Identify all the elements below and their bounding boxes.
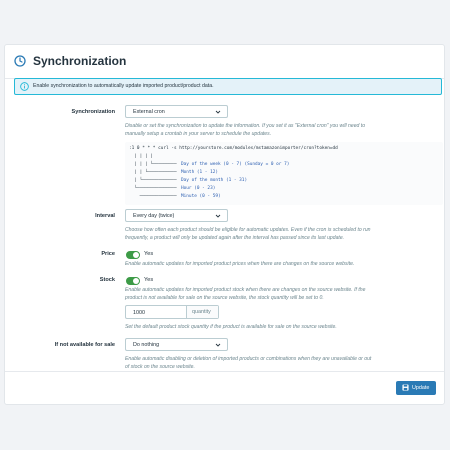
synchronization-help: Disable or set the synchronization to up…: [125, 123, 366, 138]
stock-quantity-help: Set the default product stock quantity i…: [125, 324, 337, 330]
panel-footer: Update: [5, 371, 444, 406]
stock-quantity-value: 1000: [133, 310, 145, 316]
synchronization-label: Synchronization: [71, 109, 115, 115]
price-toggle[interactable]: [126, 251, 140, 259]
stock-quantity-input[interactable]: 1000 quantity: [125, 305, 219, 319]
unavailable-help: Enable automatic disabling or deletion o…: [125, 356, 372, 371]
unavailable-select[interactable]: Do nothing: [125, 338, 228, 351]
clock-sync-icon: [14, 55, 26, 67]
update-button[interactable]: Update: [396, 381, 436, 395]
info-alert: Enable synchronization to automatically …: [14, 78, 442, 95]
unavailable-select-value: Do nothing: [133, 342, 160, 348]
toggle-knob: [133, 252, 139, 258]
cron-command: :1 0 * * * curl -s http://yourstore.com/…: [129, 146, 338, 151]
synchronization-select-value: External cron: [133, 109, 165, 115]
stock-help: Enable automatic updates for imported pr…: [125, 287, 366, 302]
save-icon: [402, 384, 409, 391]
interval-label: Interval: [95, 213, 115, 219]
stock-toggle[interactable]: [126, 277, 140, 285]
toggle-knob: [133, 278, 139, 284]
alert-text: Enable synchronization to automatically …: [33, 83, 214, 89]
synchronization-panel: Synchronization Enable synchronization t…: [4, 44, 445, 405]
info-icon: [20, 82, 29, 91]
update-button-label: Update: [412, 385, 430, 391]
chevron-down-icon: [215, 110, 221, 114]
price-help: Enable automatic updates for imported pr…: [125, 261, 355, 267]
stock-label: Stock: [99, 277, 115, 283]
panel-header: Synchronization: [5, 45, 444, 79]
price-toggle-label: Yes: [144, 251, 154, 257]
chevron-down-icon: [215, 343, 221, 347]
chevron-down-icon: [215, 214, 221, 218]
interval-select[interactable]: Every day (twice): [125, 209, 228, 222]
unavailable-label: If not available for sale: [54, 342, 115, 348]
quantity-addon: quantity: [186, 306, 218, 318]
page-title: Synchronization: [33, 54, 127, 68]
interval-select-value: Every day (twice): [133, 213, 175, 219]
cron-command-block: :1 0 * * * curl -s http://yourstore.com/…: [125, 142, 443, 205]
synchronization-select[interactable]: External cron: [125, 105, 228, 118]
interval-help: Choose how often each product should be …: [125, 227, 371, 242]
stock-toggle-label: Yes: [144, 277, 154, 283]
price-label: Price: [101, 251, 115, 257]
